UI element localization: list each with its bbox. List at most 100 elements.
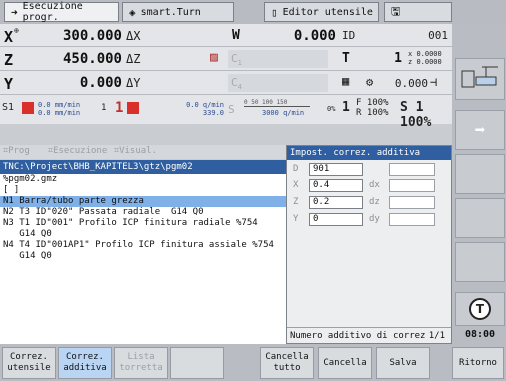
d-number-field[interactable]: 901 <box>309 163 363 176</box>
z-label: Z <box>293 197 299 207</box>
y-axis-label: Y <box>4 75 14 93</box>
rpm-value: 3000 q/min <box>262 109 305 117</box>
t-number: 1 <box>394 51 402 66</box>
dz-field[interactable] <box>389 196 435 209</box>
empty-softkey-2[interactable] <box>455 198 505 238</box>
t-label: T <box>342 51 350 66</box>
w-axis-value: 0.000 <box>293 28 336 44</box>
program-line[interactable]: N4 T4 ID"001AP1" Profilo ICP finitura as… <box>3 240 274 251</box>
reference-icon: ⊕ <box>14 26 19 35</box>
dx-label: dx <box>369 180 380 190</box>
mode-tab-bar: ➜ Esecuzione progr. ◈ smart.Turn ▯ Edito… <box>0 0 506 24</box>
dy-label: dy <box>369 214 380 224</box>
dx-field[interactable] <box>389 179 435 192</box>
machine-status-panel: X ⊕ 300.000 ΔX W 0.000 ID 001 Z 450.000 … <box>0 24 452 130</box>
dialog-page: 1/1 <box>428 331 445 341</box>
tab-label: Esecuzione progr. <box>22 1 83 23</box>
override-channel: 1 <box>342 100 350 115</box>
machine-icon <box>461 66 498 88</box>
vertical-softkey-column: ➡ T 08:00 <box>452 24 506 344</box>
tab-visual[interactable]: ⌗Visual. <box>114 146 157 156</box>
softkey-additive-correction[interactable]: Correz. additiva <box>58 347 112 379</box>
program-line[interactable]: G14 Q0 <box>3 251 52 262</box>
softkey-turret-list[interactable]: Lista torretta <box>114 347 168 379</box>
dy-field[interactable] <box>389 213 435 226</box>
x-correction-field[interactable]: 0.4 <box>309 179 363 192</box>
softkey-save[interactable]: Salva <box>376 347 430 379</box>
program-listing: %pgm02.gmz [ ] N1 Barra/tubo parte grezz… <box>0 174 286 344</box>
c4-label: C4 <box>231 76 242 92</box>
softkey-back[interactable]: Ritorno <box>452 347 504 379</box>
diamond-arrows-icon: ◈ <box>129 5 136 19</box>
softkey-label: Ritorno <box>459 357 497 368</box>
gear-icon: ⚙ <box>366 75 374 89</box>
program-line[interactable]: G14 Q0 <box>3 229 52 240</box>
softkey-label: Salva <box>389 357 417 368</box>
softkey-delete[interactable]: Cancella <box>318 347 372 379</box>
tab-smart-turn[interactable]: ◈ smart.Turn <box>122 2 234 22</box>
x-delta-label: ΔX <box>126 29 141 43</box>
save-disk-icon: 🖫 <box>391 4 401 18</box>
scale-bar <box>244 106 310 107</box>
spindle-position: 0.000 <box>394 77 428 90</box>
tool-table-softkey[interactable]: T <box>455 292 505 326</box>
arrow-right-icon: ➡ <box>474 119 486 141</box>
tab-label: smart.Turn <box>140 6 201 18</box>
channel-b: 1 <box>115 100 124 116</box>
arrow-right-icon: ➜ <box>11 5 18 19</box>
c4-field <box>228 74 328 92</box>
stop-red-icon <box>22 102 34 114</box>
x-label: X <box>293 180 299 190</box>
d-secondary-field[interactable] <box>389 163 435 176</box>
tab-execution[interactable]: ⌗Esecuzione <box>48 146 107 156</box>
y-delta-label: ΔY <box>126 76 141 90</box>
softkey-delete-all[interactable]: Cancella tutto <box>260 347 314 379</box>
program-line[interactable]: %pgm02.gmz <box>3 174 57 185</box>
empty-softkey-1[interactable] <box>455 154 505 194</box>
y-axis-value: 0.000 <box>79 75 122 91</box>
dialog-hint: Numero additivo di correz <box>290 331 426 341</box>
z-axis-label: Z <box>4 51 14 69</box>
tab-tool-editor[interactable]: ▯ Editor utensile <box>264 2 379 22</box>
feed-label: S1 <box>2 102 15 113</box>
lock-axis-icon: ▨ <box>210 50 218 65</box>
machine-view-softkey[interactable] <box>455 58 505 100</box>
program-line[interactable]: [ ] <box>3 185 19 196</box>
feed-rate-values: 0.0 mm/min 0.0 mm/min <box>38 101 81 117</box>
override-values: F 100% R 100% <box>356 98 389 118</box>
forward-softkey[interactable]: ➡ <box>455 110 505 150</box>
c1-field <box>228 50 328 68</box>
program-line-selected[interactable]: N1 Barra/tubo parte grezza <box>3 196 144 207</box>
y-correction-field[interactable]: 0 <box>309 213 363 226</box>
softkey-label: Correz. utensile <box>7 352 51 373</box>
additive-correction-dialog: Impost. correz. additiva D 901 X 0.4 dx … <box>286 145 452 344</box>
program-line[interactable]: N3 T1 ID"001" Profilo ICP finitura radia… <box>3 218 258 229</box>
clock: 08:00 <box>464 329 496 340</box>
tab-program-run[interactable]: ➜ Esecuzione progr. <box>4 1 119 23</box>
softkey-empty[interactable] <box>170 347 224 379</box>
program-view-tabs: ⌗Prog ⌗Esecuzione ⌗Visual. <box>0 145 286 159</box>
tab-label: Editor utensile <box>282 6 373 18</box>
spindle-scale: 0 50 100 150 <box>244 99 288 106</box>
z-axis-value: 450.000 <box>62 51 122 67</box>
z-correction-field[interactable]: 0.2 <box>309 196 363 209</box>
s-label-faded: S <box>228 103 235 116</box>
tab-prog[interactable]: ⌗Prog <box>3 146 30 156</box>
w-axis-label: W <box>232 28 240 43</box>
tab-save[interactable]: 🖫 <box>384 2 452 22</box>
spindle-orient-icon: ▦ <box>342 74 350 88</box>
softkey-label: Cancella tutto <box>265 352 309 373</box>
z-delta-label: ΔZ <box>126 52 141 66</box>
x-axis-label: X <box>4 28 14 46</box>
dialog-title: Impost. correz. additiva <box>287 146 451 160</box>
tool-t-icon: T <box>469 298 491 320</box>
svg-text:T: T <box>476 302 485 316</box>
program-line[interactable]: N2 T3 ID"020" Passata radiale G14 Q0 <box>3 207 203 218</box>
softkey-tool-correction[interactable]: Correz. utensile <box>2 347 56 379</box>
caliper-icon: ⊣ <box>430 75 438 89</box>
empty-softkey-3[interactable] <box>455 242 505 282</box>
softkey-label: Correz. additiva <box>63 352 107 373</box>
y-label: Y <box>293 214 299 224</box>
spindle-rate-values: 0.0 q/min 339.0 <box>186 101 224 117</box>
spindle-stop-icon <box>127 102 139 114</box>
